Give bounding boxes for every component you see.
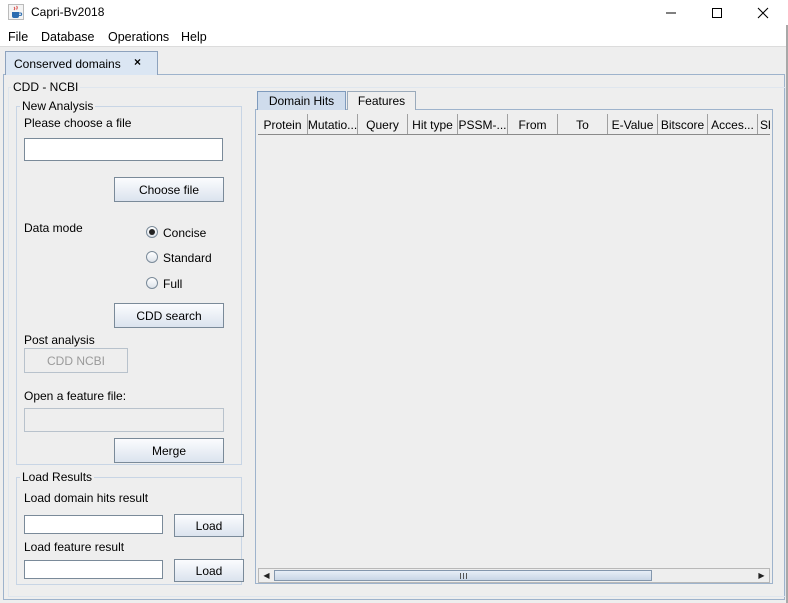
- load-results-legend: Load Results: [20, 470, 95, 484]
- radio-standard-label: Standard: [163, 251, 212, 265]
- column-mutation[interactable]: Mutatio...: [308, 114, 358, 134]
- radio-full-label: Full: [163, 277, 183, 291]
- feature-file-input[interactable]: [24, 408, 224, 432]
- radio-button[interactable]: [146, 251, 158, 263]
- column-pssm[interactable]: PSSM-...: [458, 114, 508, 134]
- window-title: Capri-Bv2018: [31, 5, 105, 19]
- cdd-ncbi-legend: CDD - NCBI: [11, 80, 81, 94]
- choose-file-button[interactable]: Choose file: [114, 177, 224, 202]
- file-path-input[interactable]: [24, 138, 223, 161]
- load-feature-button[interactable]: Load: [174, 559, 244, 582]
- column-query[interactable]: Query: [358, 114, 408, 134]
- load-feature-label: Load feature result: [24, 540, 125, 554]
- load-domain-hits-label: Load domain hits result: [24, 491, 149, 505]
- tab-features[interactable]: Features: [347, 91, 416, 110]
- maximize-icon: [712, 7, 722, 18]
- column-short[interactable]: Sh: [758, 114, 770, 134]
- load-domain-hits-button[interactable]: Load: [174, 514, 244, 537]
- scroll-right-icon[interactable]: ▶: [754, 569, 769, 582]
- column-bitscore[interactable]: Bitscore: [658, 114, 708, 134]
- java-cup-icon: [8, 4, 24, 20]
- choose-file-label: Please choose a file: [24, 116, 132, 130]
- menu-operations[interactable]: Operations: [108, 30, 169, 44]
- feature-file-label: Open a feature file:: [24, 389, 127, 403]
- table-body[interactable]: [258, 136, 770, 567]
- menu-database[interactable]: Database: [41, 30, 95, 44]
- column-hit-type[interactable]: Hit type: [408, 114, 458, 134]
- grip-line: [462, 572, 464, 579]
- table-header: Protein Mutatio... Query Hit type PSSM-.…: [258, 114, 770, 135]
- tab-conserved-domains[interactable]: Conserved domains ×: [5, 51, 158, 75]
- radio-standard[interactable]: Standard: [146, 251, 226, 265]
- maximize-button[interactable]: [694, 0, 740, 25]
- column-protein[interactable]: Protein: [258, 114, 308, 134]
- menu-help[interactable]: Help: [181, 30, 207, 44]
- close-icon: [757, 7, 769, 18]
- cdd-search-button[interactable]: CDD search: [114, 303, 224, 328]
- radio-concise[interactable]: Concise: [146, 226, 226, 240]
- minimize-button[interactable]: [648, 0, 694, 25]
- feature-result-input[interactable]: [24, 560, 163, 579]
- horizontal-scrollbar[interactable]: ◀ ▶: [258, 568, 770, 583]
- radio-selected-dot: [149, 229, 155, 235]
- column-from[interactable]: From: [508, 114, 558, 134]
- column-accession[interactable]: Acces...: [708, 114, 758, 134]
- grip-line: [465, 572, 467, 579]
- menu-file[interactable]: File: [8, 30, 28, 44]
- new-analysis-legend: New Analysis: [20, 99, 96, 113]
- merge-button[interactable]: Merge: [114, 438, 224, 463]
- cdd-ncbi-button[interactable]: CDD NCBI: [24, 348, 128, 373]
- tab-label: Conserved domains: [14, 57, 121, 71]
- column-to[interactable]: To: [558, 114, 608, 134]
- data-mode-label: Data mode: [24, 221, 83, 235]
- tab-domain-hits[interactable]: Domain Hits: [257, 91, 346, 110]
- post-analysis-label: Post analysis: [24, 333, 95, 347]
- column-e-value[interactable]: E-Value: [608, 114, 658, 134]
- tab-close-icon[interactable]: ×: [134, 55, 141, 69]
- domain-hits-input[interactable]: [24, 515, 163, 534]
- close-window-button[interactable]: [740, 0, 786, 25]
- radio-full[interactable]: Full: [146, 277, 226, 291]
- scroll-thumb[interactable]: [274, 570, 652, 581]
- minimize-icon: [666, 12, 676, 13]
- radio-button[interactable]: [146, 277, 158, 289]
- scroll-left-icon[interactable]: ◀: [259, 569, 274, 582]
- radio-concise-label: Concise: [163, 226, 207, 240]
- radio-button[interactable]: [146, 226, 158, 238]
- grip-line: [459, 572, 461, 579]
